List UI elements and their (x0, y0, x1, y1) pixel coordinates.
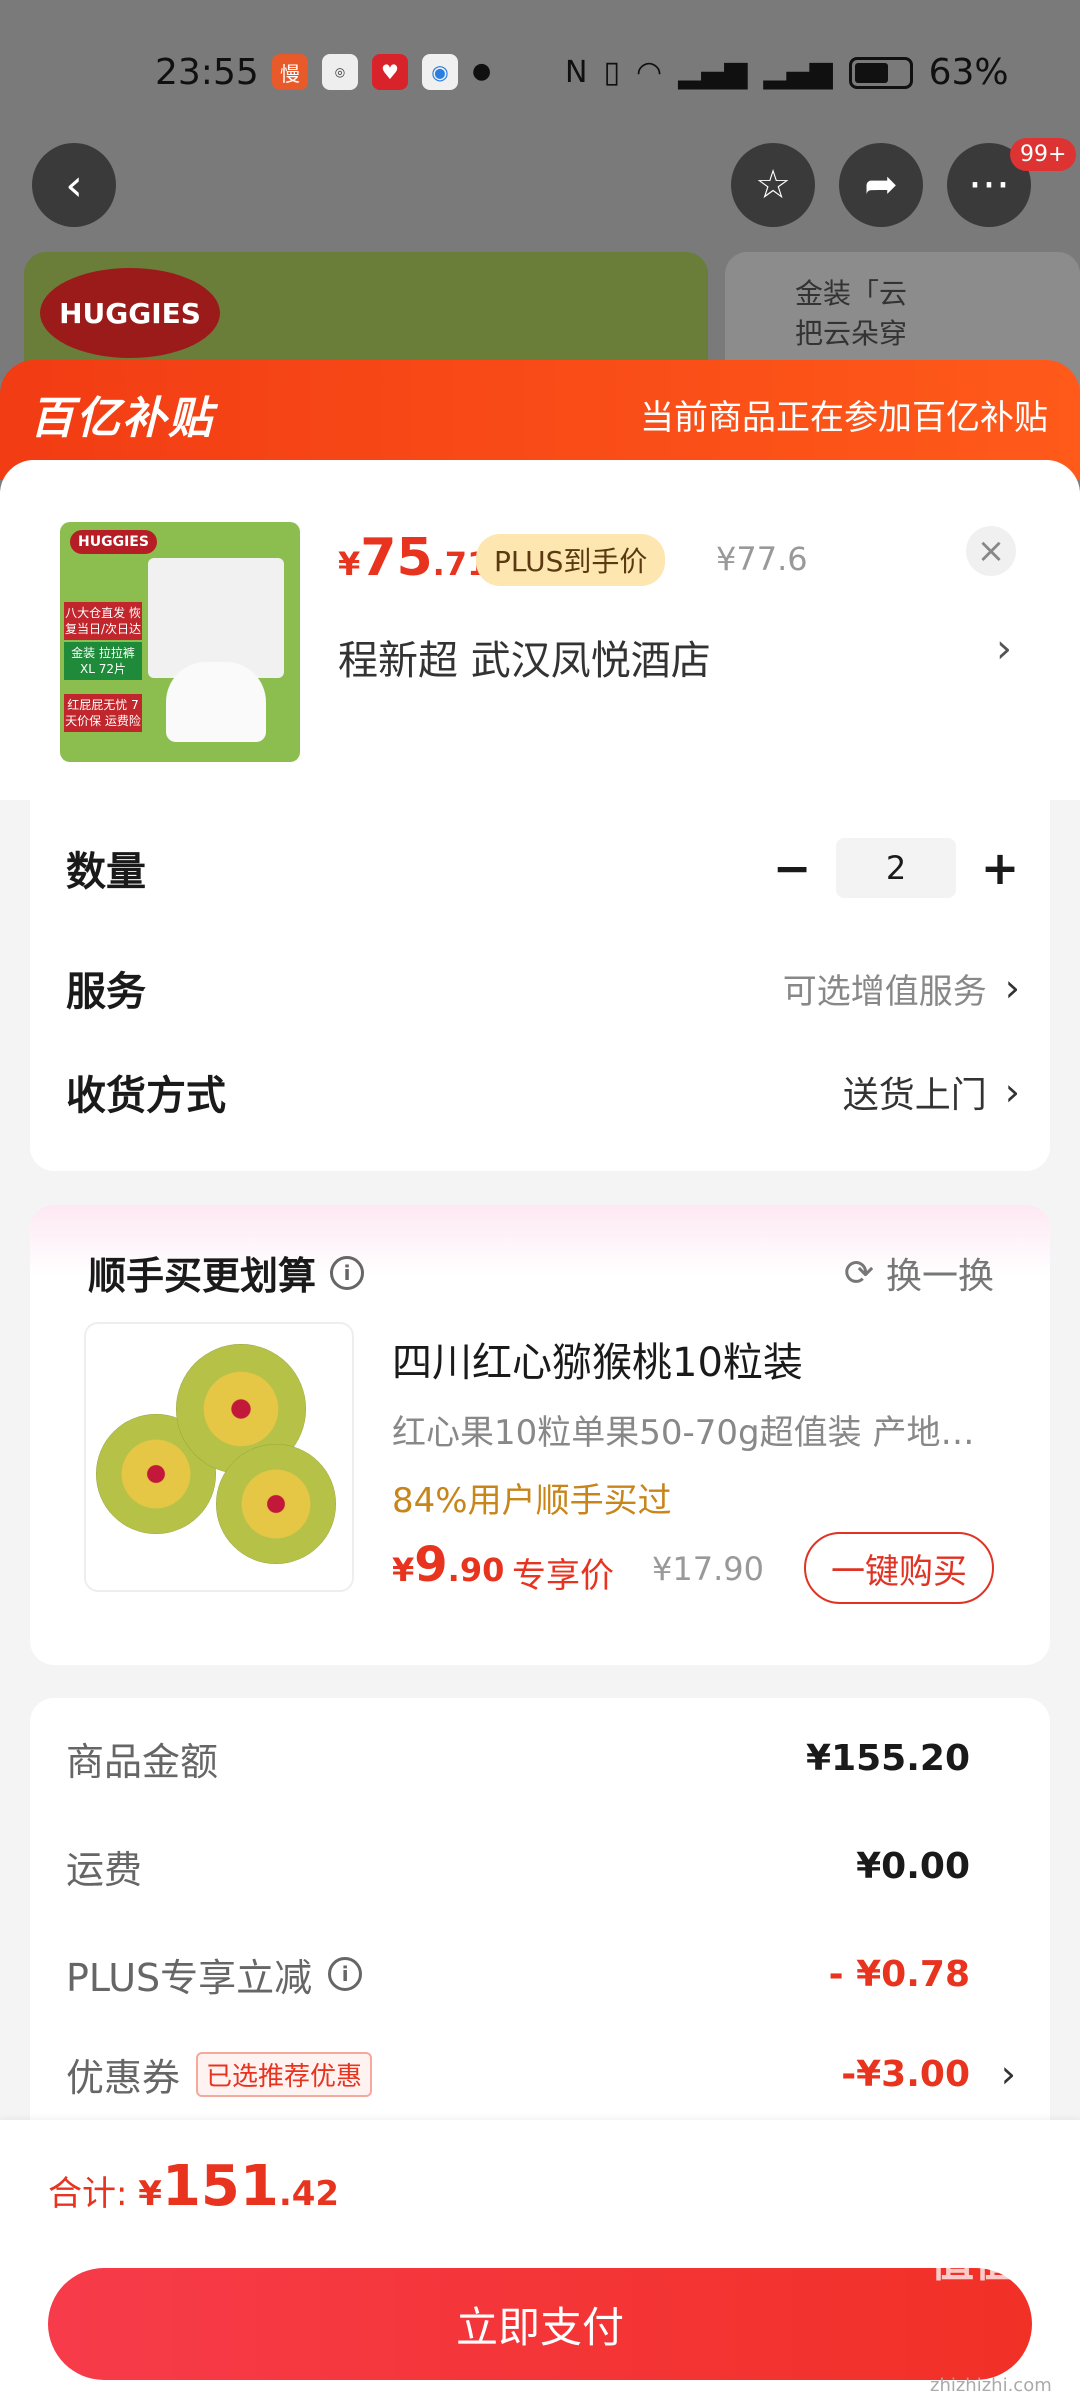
app-icon-1: 慢 (272, 54, 308, 90)
more-icon: ··· (968, 159, 1010, 211)
chevron-right-icon: › (1004, 966, 1020, 1010)
star-icon: ☆ (755, 162, 791, 208)
product-price: ¥75.71 (338, 528, 490, 588)
coupon-value: -¥3.00 (841, 2053, 970, 2095)
promo-line-2: 把云朵穿 (795, 317, 908, 350)
plus-discount-row: PLUS专享立减 i - ¥0.78 (66, 1944, 970, 2004)
coupon-row[interactable]: 优惠券 已选推荐优惠 -¥3.00 › (66, 2044, 1016, 2104)
chevron-right-icon: › (1004, 1070, 1020, 1114)
battery-icon (848, 56, 913, 89)
subsidy-logo: 百亿补贴 (30, 393, 214, 444)
coupon-label: 优惠券 已选推荐优惠 (66, 2047, 373, 2102)
kiwi-fruit (216, 1444, 336, 1564)
bundle-item-price: ¥9.90 (392, 1537, 505, 1593)
quantity-stepper[interactable]: − 2 + (772, 838, 1020, 898)
info-icon[interactable]: i (330, 1255, 365, 1290)
watermark-url: zhizhizhi.com (930, 2375, 1052, 2396)
bundle-item-desc: 红心果10粒单果50-70g超值装 产地直发 (392, 1413, 1002, 1453)
checkout-bar: 合计: ¥151.42 立即支付 (0, 2120, 1080, 2400)
chevron-left-icon: ‹ (65, 159, 83, 211)
battery-percent: 63% (928, 52, 1009, 93)
goods-amount-value: ¥155.20 (806, 1737, 970, 1779)
product-tag-1: 八大仓直发 恢复当日/次日达 (64, 602, 142, 640)
more-dot-icon: ● (472, 59, 492, 84)
bundle-card: 顺手买更划算 i ⟳ 换一换 四川红心猕猴桃10粒装 红心果10粒单果50-70… (30, 1205, 1050, 1665)
signal-5g-icon: ▂▄▆ (678, 55, 748, 90)
product-tag-2: 金装 拉拉裤 XL 72片 (64, 642, 142, 680)
product-image[interactable]: HUGGIES 八大仓直发 恢复当日/次日达 金装 拉拉裤 XL 72片 红屁屁… (60, 522, 300, 762)
bundle-item-bought: 84%用户顺手买过 (392, 1481, 672, 1521)
battery-level (854, 62, 889, 83)
original-price: ¥77.6 (716, 540, 808, 578)
quantity-increase-button[interactable]: + (980, 841, 1020, 895)
plus-discount-label: PLUS专享立减 i (66, 1947, 363, 2002)
vibrate-icon: ▯ (603, 55, 620, 90)
plus-discount-value: - ¥0.78 (828, 1953, 970, 1995)
quantity-input[interactable]: 2 (836, 838, 956, 898)
kiwi-image[interactable] (84, 1322, 354, 1592)
bundle-item-name[interactable]: 四川红心猕猴桃10粒装 (392, 1330, 803, 1388)
product-diaper (166, 662, 266, 742)
bundle-price-tag: 专享价 (512, 1556, 614, 1596)
app-icon-4: ◉ (422, 54, 458, 90)
share-icon: ➦ (864, 162, 898, 208)
info-icon[interactable]: i (328, 1957, 363, 1991)
bundle-original-price: ¥17.90 (652, 1550, 764, 1588)
signal-5g-icon: ▂▄▆ (763, 55, 833, 90)
total-amount: 合计: ¥151.42 (48, 2154, 340, 2219)
product-package (148, 558, 284, 678)
options-card: 数量 − 2 + 服务 可选增值服务 › 收货方式 送货上门 › (30, 796, 1050, 1171)
status-app-icons: 慢 ◎ ♥ ◉ ● (272, 54, 491, 90)
quantity-decrease-button[interactable]: − (772, 841, 812, 895)
cart-badge: 99+ (1010, 138, 1077, 171)
huggies-logo: HUGGIES (40, 268, 220, 358)
product-image-logo: HUGGIES (70, 530, 157, 554)
status-time: 23:55 (155, 52, 259, 93)
delivery-value: 送货上门 › (842, 1070, 1020, 1116)
goods-amount-row: 商品金额 ¥155.20 (66, 1728, 970, 1788)
one-click-buy-button[interactable]: 一键购买 (804, 1532, 994, 1604)
service-label: 服务 (66, 969, 146, 1015)
status-right-icons: Ν ▯ ◠ ▂▄▆ ▂▄▆ 63% (565, 52, 1009, 93)
watermark-logo: 值值值 (930, 2236, 1062, 2287)
close-button[interactable]: × (966, 526, 1016, 576)
shipping-label: 运费 (66, 1847, 143, 1892)
delivery-row[interactable]: 收货方式 送货上门 › (66, 1062, 1020, 1122)
app-icon-2: ◎ (322, 54, 358, 90)
coupon-tag: 已选推荐优惠 (196, 2051, 373, 2097)
bundle-title: 顺手买更划算 i (88, 1245, 365, 1300)
shipping-address[interactable]: 程新超 武汉凤悦酒店 (338, 628, 711, 686)
shipping-value: ¥0.00 (856, 1845, 970, 1887)
wifi-icon: ◠ (635, 55, 663, 90)
swap-button[interactable]: ⟳ 换一换 (844, 1247, 994, 1299)
product-header: HUGGIES 八大仓直发 恢复当日/次日达 金装 拉拉裤 XL 72片 红屁屁… (0, 460, 1080, 800)
shipping-row: 运费 ¥0.00 (66, 1836, 970, 1896)
quantity-row: 数量 − 2 + (66, 838, 1020, 898)
share-button[interactable]: ➦ (839, 143, 923, 227)
chevron-right-icon: › (1000, 2052, 1016, 2096)
promo-line-1: 金装「云 (795, 277, 908, 310)
goods-amount-label: 商品金额 (66, 1739, 219, 1784)
back-button[interactable]: ‹ (32, 143, 116, 227)
plus-price-badge: PLUS到手价 (476, 534, 666, 586)
quantity-label: 数量 (66, 849, 146, 895)
favorite-button[interactable]: ☆ (731, 143, 815, 227)
service-row[interactable]: 服务 可选增值服务 › (66, 958, 1020, 1018)
status-bar: 23:55 慢 ◎ ♥ ◉ ● Ν ▯ ◠ ▂▄▆ ▂▄▆ 63% (0, 48, 1080, 98)
chevron-right-icon[interactable]: › (996, 626, 1012, 672)
order-sheet: HUGGIES 八大仓直发 恢复当日/次日达 金装 拉拉裤 XL 72片 红屁屁… (0, 460, 1080, 2400)
close-icon: × (976, 531, 1006, 571)
product-tag-3: 红屁屁无忧 7天价保 运费险 (64, 694, 142, 732)
service-value: 可选增值服务 › (782, 966, 1020, 1012)
subsidy-notice: 当前商品正在参加百亿补贴 (640, 398, 1048, 438)
app-icon-3: ♥ (372, 54, 408, 90)
pay-now-button[interactable]: 立即支付 (48, 2268, 1032, 2380)
delivery-label: 收货方式 (66, 1073, 226, 1119)
refresh-icon: ⟳ (843, 1252, 874, 1294)
nfc-icon: Ν (565, 55, 588, 90)
